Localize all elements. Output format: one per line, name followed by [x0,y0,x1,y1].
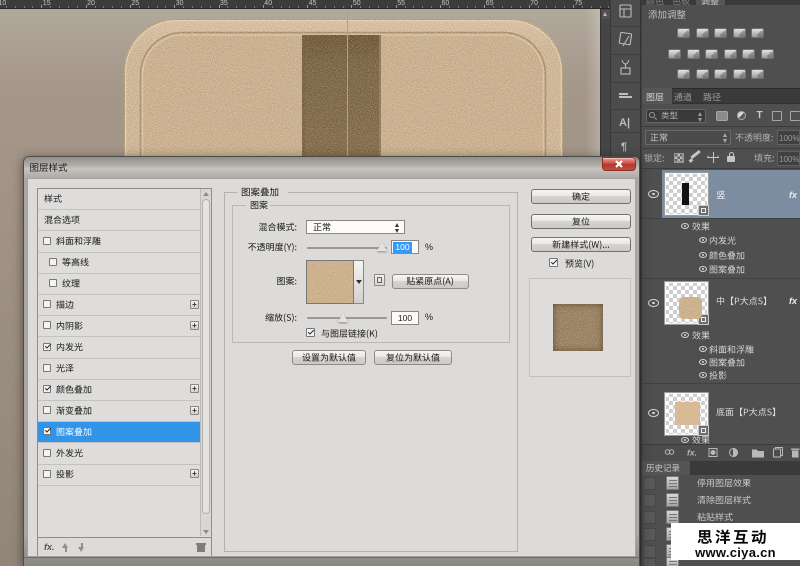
svg-text:fx.: fx. [687,448,697,458]
svg-text:A|: A| [619,117,630,129]
svg-text:¶: ¶ [621,141,627,153]
